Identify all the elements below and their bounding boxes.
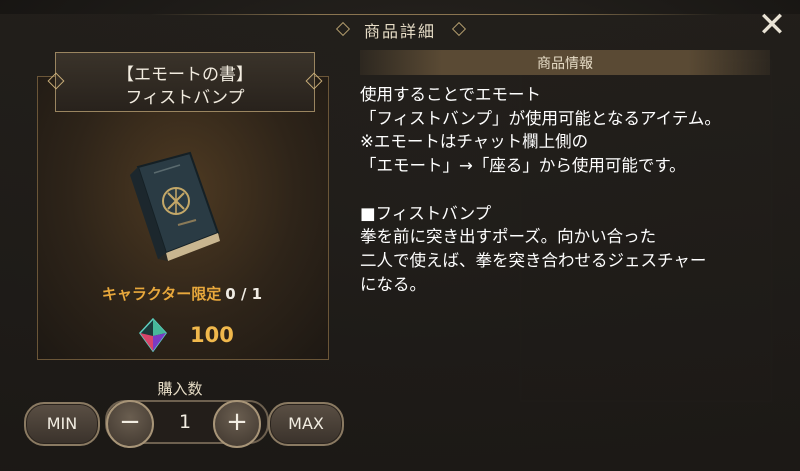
title-divider (150, 14, 720, 15)
crystal-gem-icon (139, 318, 167, 352)
description-line: 「フィストバンプ」が使用可能となるアイテム。 (360, 108, 721, 128)
limit-label: キャラクター限定 (101, 285, 222, 303)
modal-title: 商品詳細 (363, 22, 436, 41)
price-value: 100 (190, 323, 234, 347)
quantity-value[interactable]: 1 (160, 402, 210, 442)
minus-icon: − (119, 407, 141, 437)
purchase-quantity-label: 購入数 (157, 380, 203, 398)
close-icon: ✕ (757, 5, 787, 45)
description-line: 二人で使えば、拳を突き合わせるジェスチャー (360, 250, 707, 270)
description-line (360, 178, 785, 202)
item-name-plate: 【エモートの書】 フィストバンプ (47, 52, 323, 112)
description-line: 「エモート」→「座る」から使用可能です。 (360, 156, 686, 176)
info-header: 商品情報 (360, 50, 770, 75)
close-button[interactable]: ✕ (754, 8, 790, 44)
item-name-line1: 【エモートの書】 (117, 65, 253, 85)
decrement-button[interactable]: − (106, 400, 154, 448)
emote-book-icon (130, 151, 220, 261)
min-button[interactable]: MIN (24, 402, 100, 446)
limit-value: 0 / 1 (225, 285, 263, 303)
description-line: ■フィストバンプ (360, 203, 492, 223)
max-button-label: MAX (288, 414, 324, 433)
plus-icon: + (226, 407, 248, 437)
max-button[interactable]: MAX (268, 402, 344, 446)
description-line: 使用することでエモート (360, 85, 542, 104)
character-limit: キャラクター限定 0 / 1 (37, 283, 327, 304)
description-line: 拳を前に突き出すポーズ。向かい合った (360, 227, 657, 247)
item-description: 使用することでエモート 「フィストバンプ」が使用可能となるアイテム。 ※エモート… (360, 83, 785, 296)
min-button-label: MIN (46, 414, 78, 433)
item-name-line2: フィストバンプ (125, 88, 245, 108)
description-line: ※エモートはチャット欄上側の (360, 132, 589, 152)
info-header-label: 商品情報 (537, 56, 593, 72)
increment-button[interactable]: + (213, 400, 261, 448)
description-line: になる。 (360, 274, 426, 294)
